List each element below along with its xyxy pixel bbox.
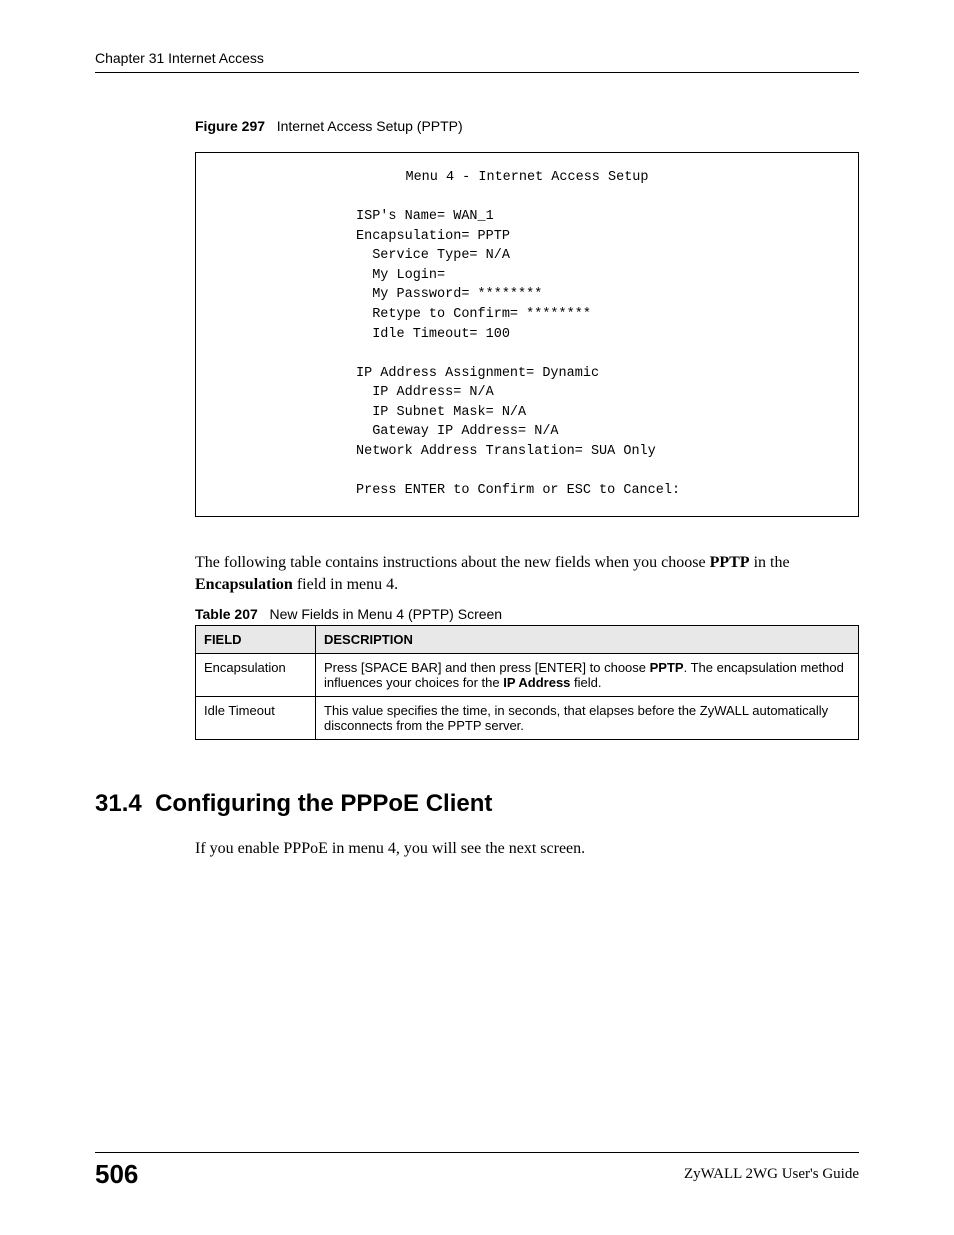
table-cell-field: Idle Timeout <box>196 697 316 740</box>
table-label: Table 207 <box>195 606 258 622</box>
paragraph-intro: The following table contains instruction… <box>195 552 859 597</box>
table-cell-field: Encapsulation <box>196 654 316 697</box>
code-box: Menu 4 - Internet Access Setup ISP's Nam… <box>195 152 859 517</box>
figure-caption: Figure 297 Internet Access Setup (PPTP) <box>195 118 859 134</box>
section-number: 31.4 <box>95 790 142 817</box>
paragraph-body: If you enable PPPoE in menu 4, you will … <box>195 838 859 860</box>
page-number: 506 <box>95 1159 138 1190</box>
figure-label: Figure 297 <box>195 118 265 134</box>
section-heading: 31.4 Configuring the PPPoE Client <box>95 790 859 818</box>
page-footer: 506 ZyWALL 2WG User's Guide <box>95 1152 859 1190</box>
table-caption: Table 207 New Fields in Menu 4 (PPTP) Sc… <box>195 606 859 622</box>
section-title: Configuring the PPPoE Client <box>155 790 492 817</box>
table-header-field: FIELD <box>196 626 316 654</box>
table-row: Encapsulation Press [SPACE BAR] and then… <box>196 654 859 697</box>
page-header: Chapter 31 Internet Access <box>95 50 859 73</box>
code-body: ISP's Name= WAN_1 Encapsulation= PPTP Se… <box>196 188 858 501</box>
table-header-description: DESCRIPTION <box>316 626 859 654</box>
table-row: Idle Timeout This value specifies the ti… <box>196 697 859 740</box>
table-cell-desc: This value specifies the time, in second… <box>316 697 859 740</box>
table-text: New Fields in Menu 4 (PPTP) Screen <box>269 606 502 622</box>
table-cell-desc: Press [SPACE BAR] and then press [ENTER]… <box>316 654 859 697</box>
code-title: Menu 4 - Internet Access Setup <box>196 168 858 188</box>
figure-text: Internet Access Setup (PPTP) <box>277 118 463 134</box>
guide-name: ZyWALL 2WG User's Guide <box>684 1166 859 1183</box>
fields-table: FIELD DESCRIPTION Encapsulation Press [S… <box>195 625 859 740</box>
